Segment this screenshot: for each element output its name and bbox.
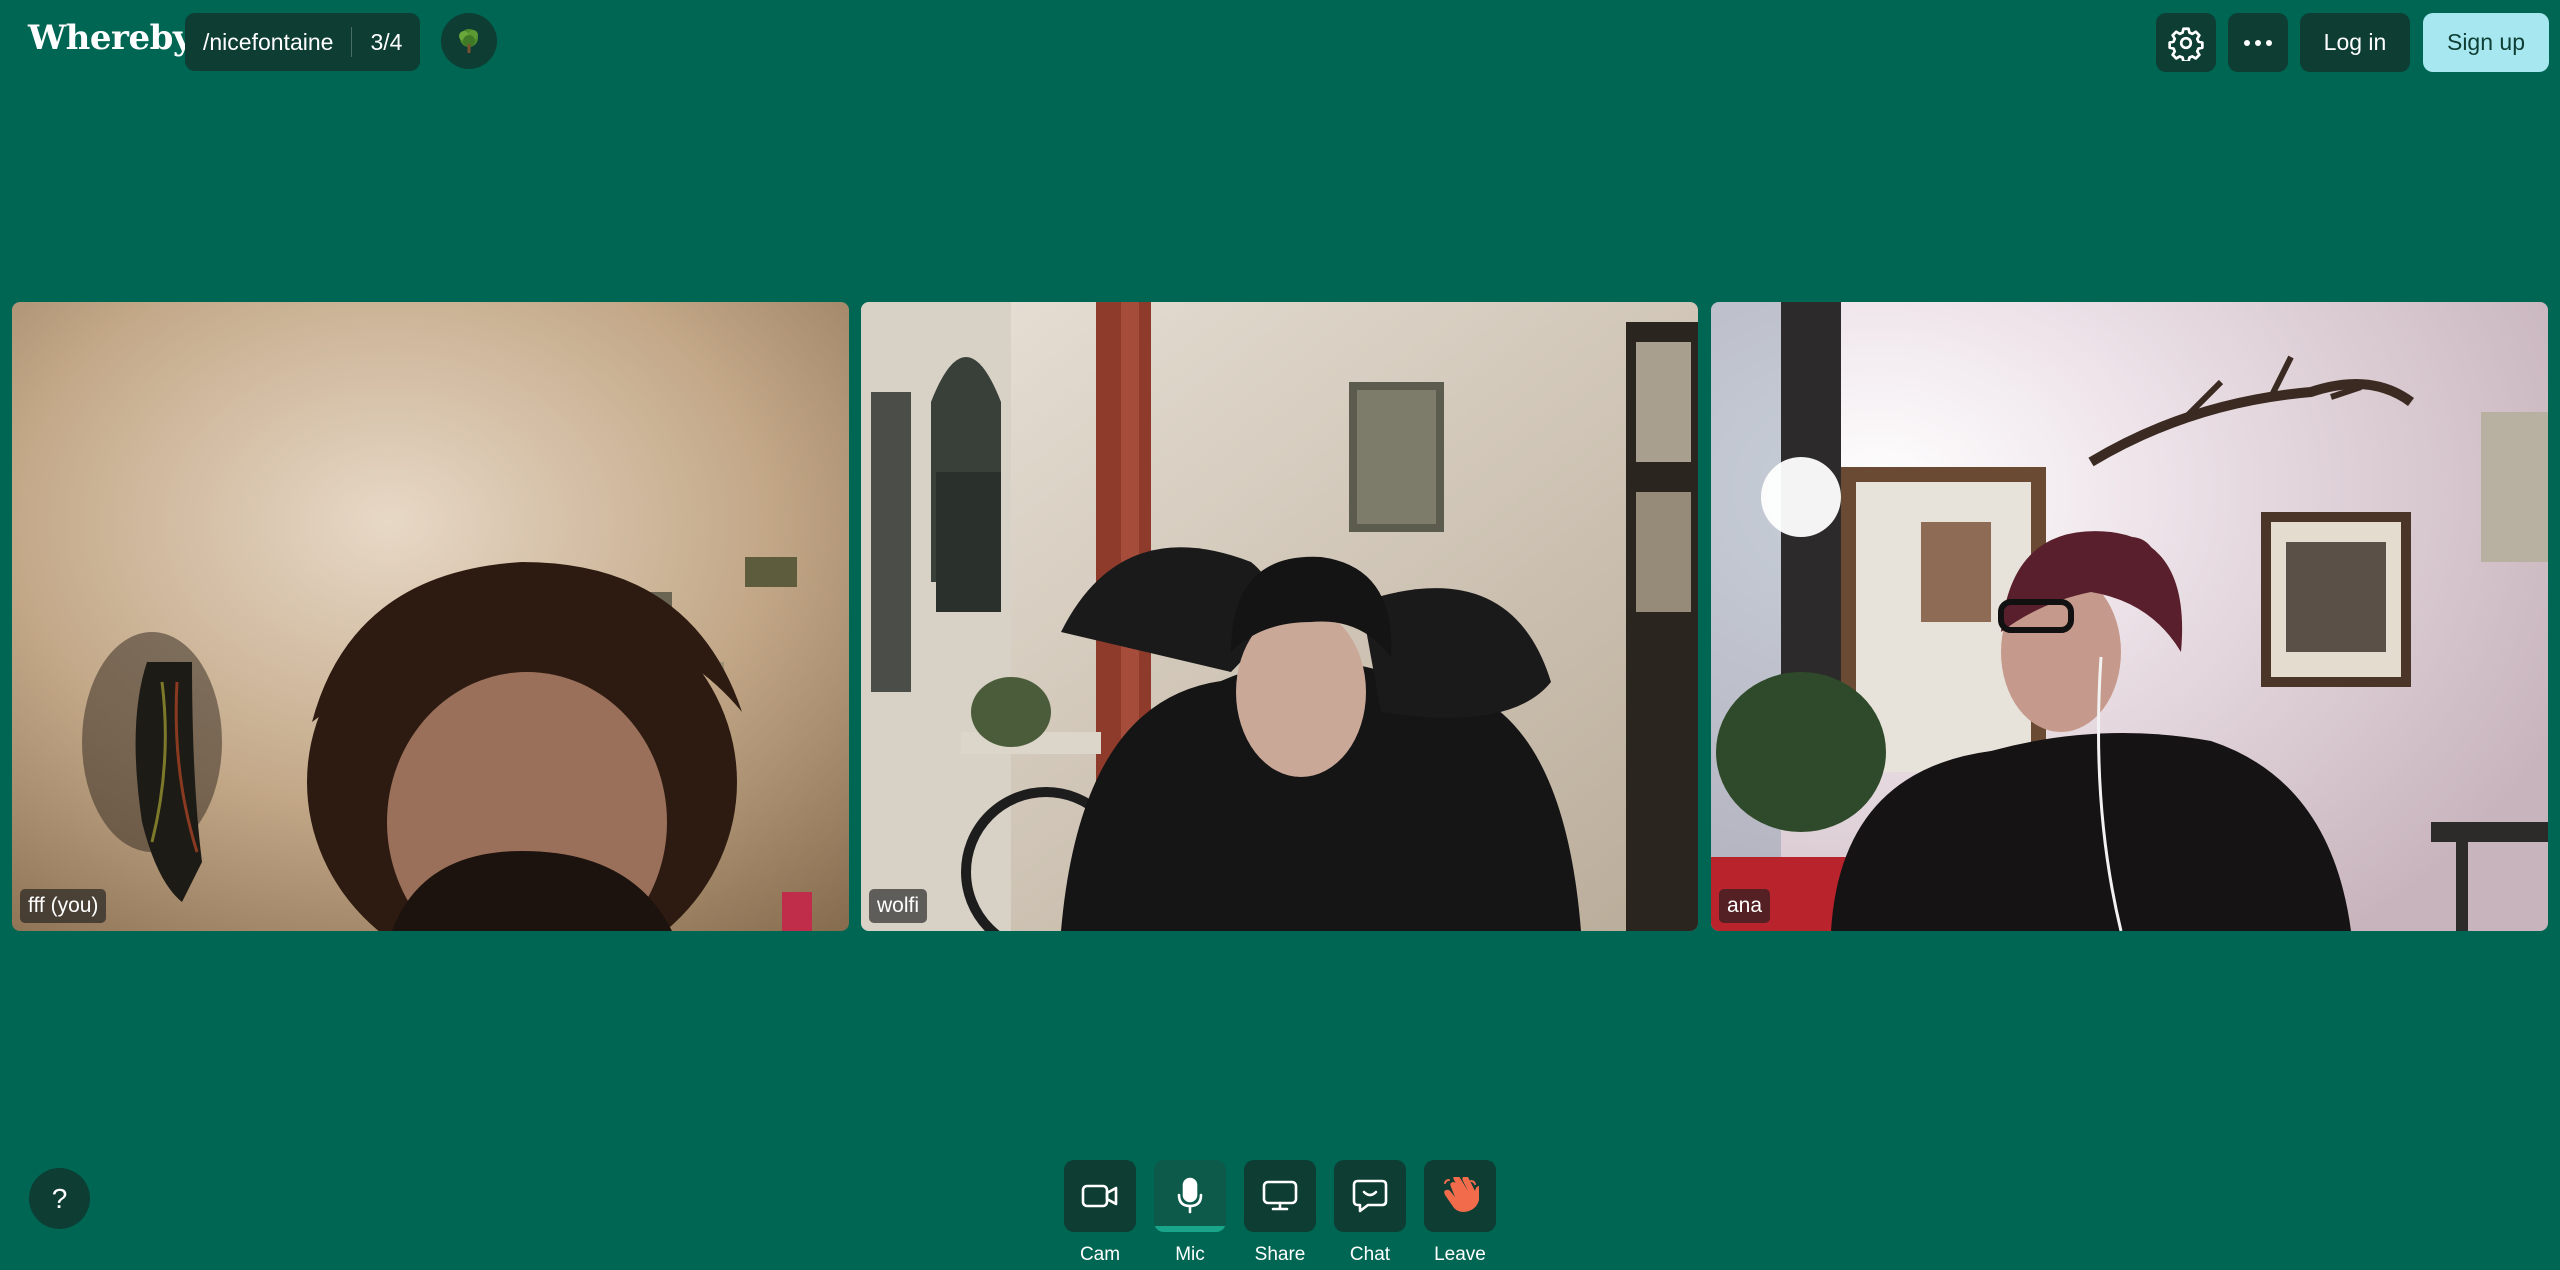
mic-button[interactable] [1154, 1160, 1226, 1232]
leave-label: Leave [1434, 1244, 1486, 1265]
participant-name-tag: fff (you) [20, 889, 107, 923]
mic-label: Mic [1175, 1244, 1205, 1265]
microphone-icon [1177, 1177, 1203, 1214]
tree-icon [459, 29, 478, 53]
cam-button[interactable] [1064, 1160, 1136, 1232]
settings-button[interactable] [2156, 13, 2216, 72]
call-controls: Cam Mic Share Chat Leave [1064, 1160, 1496, 1266]
share-button[interactable] [1244, 1160, 1316, 1232]
participant-count: 3/4 [370, 29, 403, 55]
room-avatar[interactable] [441, 13, 497, 69]
mic-control[interactable]: Mic [1154, 1160, 1226, 1266]
share-control[interactable]: Share [1244, 1160, 1316, 1266]
gear-icon [2168, 26, 2204, 61]
meeting-room: Whereby /nicefontaine 3/4 Log in Sign up [0, 0, 2560, 1270]
room-info[interactable]: /nicefontaine 3/4 [185, 13, 421, 71]
waving-hand-icon [1444, 1177, 1479, 1212]
screen-share-icon [1262, 1180, 1298, 1211]
cam-label: Cam [1079, 1244, 1121, 1265]
cam-control[interactable]: Cam [1064, 1160, 1136, 1266]
video-feed [1711, 302, 2548, 931]
more-dots-icon [2244, 39, 2272, 46]
leave-button[interactable] [1424, 1160, 1496, 1232]
video-tile-participant[interactable]: ana [1711, 302, 2548, 931]
signup-button[interactable]: Sign up [2423, 13, 2549, 72]
help-button[interactable]: ? [29, 1168, 90, 1229]
more-options-button[interactable] [2228, 13, 2288, 72]
leave-control[interactable]: Leave [1424, 1160, 1496, 1266]
camera-icon [1081, 1184, 1118, 1208]
video-tile-self[interactable]: fff (you) [12, 302, 849, 931]
room-name: /nicefontaine [203, 29, 334, 55]
chat-control[interactable]: Chat [1334, 1160, 1406, 1266]
chat-label: Chat [1349, 1244, 1391, 1265]
video-tile-participant[interactable]: wolfi [861, 302, 1698, 931]
participant-name-tag: ana [1719, 889, 1771, 923]
whereby-logo[interactable]: Whereby [28, 18, 193, 58]
chat-icon [1352, 1179, 1388, 1213]
chat-button[interactable] [1334, 1160, 1406, 1232]
video-feed [12, 302, 849, 931]
share-label: Share [1254, 1244, 1306, 1265]
login-button[interactable]: Log in [2300, 13, 2410, 72]
video-feed [861, 302, 1698, 931]
participant-name-tag: wolfi [869, 889, 928, 923]
